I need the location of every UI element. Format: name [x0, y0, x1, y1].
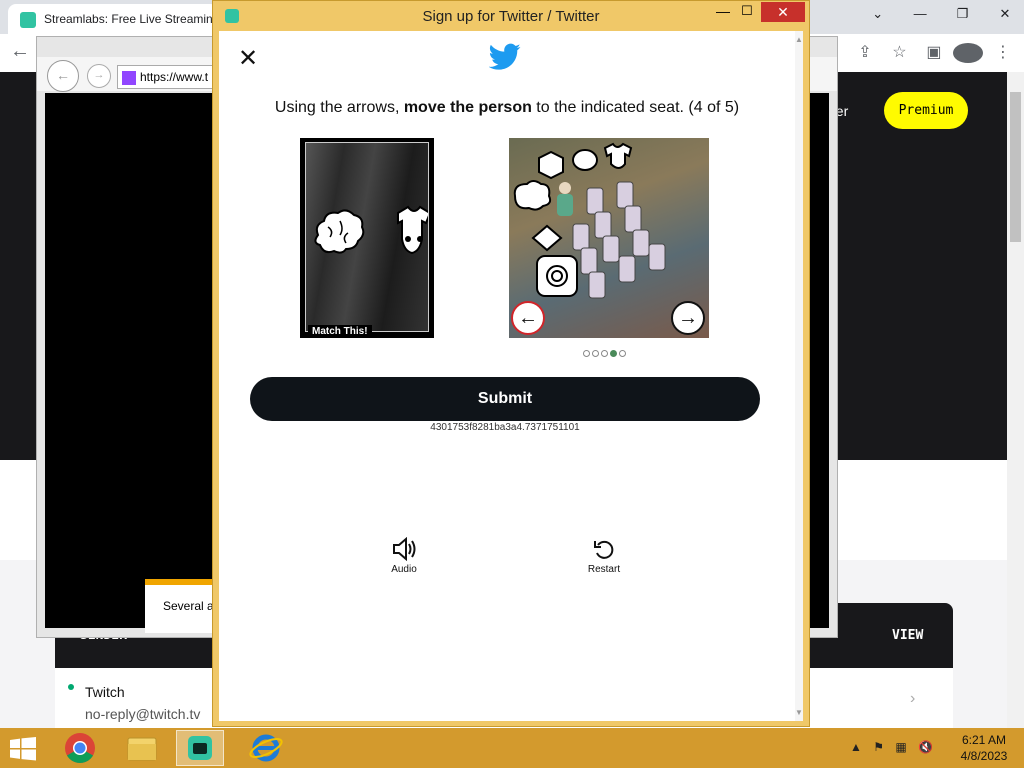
taskbar-clock[interactable]: 6:21 AM 4/8/2023: [952, 732, 1016, 764]
audio-label: Audio: [391, 564, 417, 575]
browser-toolbar-icons: ⇪ ☆ ▣ ⋮: [850, 42, 1018, 63]
signup-dialog-window: Sign up for Twitter / Twitter — ☐ ✕ ✕ Us…: [212, 0, 810, 727]
taskbar: ▲ ⚑ ▦ 🔇 6:21 AM 4/8/2023: [0, 728, 1024, 768]
minimize-button[interactable]: —: [901, 0, 939, 28]
forward-arrow-icon[interactable]: →: [87, 64, 111, 88]
dialog-body: ✕ Using the arrows, move the person to t…: [219, 31, 803, 721]
mail-sender-email: no-reply@twitch.tv: [85, 706, 201, 722]
match-label: Match This!: [308, 325, 372, 338]
maximize-button[interactable]: ☐: [735, 3, 759, 25]
onesie-icon: [603, 142, 633, 169]
clock-time: 6:21 AM: [961, 733, 1007, 747]
twitch-icon: [122, 70, 136, 85]
restart-label: Restart: [587, 564, 621, 575]
internet-explorer-icon: [249, 734, 283, 762]
restore-button[interactable]: ❐: [944, 0, 982, 28]
submit-button[interactable]: Submit: [250, 377, 760, 421]
tab-title: Streamlabs: Free Live Streaming: [44, 12, 220, 26]
arrow-left-button[interactable]: ←: [511, 301, 545, 335]
arrow-right-button[interactable]: →: [671, 301, 705, 335]
view-column-header: VIEW: [892, 628, 924, 643]
person-figure: [557, 182, 573, 216]
close-button[interactable]: ✕: [986, 0, 1024, 28]
profile-icon[interactable]: [953, 42, 984, 63]
browser-tab[interactable]: Streamlabs: Free Live Streaming: [8, 4, 220, 34]
kebab-menu-icon[interactable]: ⋮: [988, 42, 1018, 62]
dialog-titlebar[interactable]: Sign up for Twitter / Twitter — ☐ ✕: [213, 1, 809, 31]
brain-icon: [314, 209, 365, 254]
file-explorer-taskbar-button[interactable]: [118, 730, 166, 766]
close-icon[interactable]: ✕: [238, 47, 258, 71]
volume-muted-icon[interactable]: 🔇: [918, 740, 933, 754]
chrome-icon: [65, 733, 95, 764]
back-arrow-icon[interactable]: ←: [10, 40, 30, 63]
chrome-taskbar-button[interactable]: [56, 730, 104, 766]
unread-dot: [68, 684, 74, 690]
browser-window-controls: ⌄ — ❐ ✕: [859, 0, 1024, 30]
star-icon[interactable]: ☆: [884, 42, 914, 62]
onesie-icon: [397, 205, 432, 255]
clock-date: 4/8/2023: [960, 749, 1008, 763]
speaker-icon: [393, 536, 416, 562]
streamlabs-icon: [188, 736, 212, 760]
ie-taskbar-button[interactable]: [242, 730, 290, 766]
windows-start-icon[interactable]: [10, 737, 36, 761]
brain-icon: [513, 180, 552, 211]
audio-button[interactable]: Audio: [379, 536, 429, 575]
mail-sender: Twitch: [85, 684, 125, 700]
seat-puzzle-image: ← →: [509, 138, 709, 338]
back-arrow-icon[interactable]: ←: [47, 60, 79, 92]
premium-button[interactable]: Premium: [884, 92, 968, 129]
restart-button[interactable]: Restart: [579, 537, 629, 575]
chevron-right-icon[interactable]: ›: [910, 690, 915, 708]
ring-icon: [572, 149, 598, 171]
scrollbar-thumb[interactable]: [1010, 92, 1021, 242]
ie-address-bar[interactable]: https://www.t: [117, 65, 219, 89]
streamlabs-icon: [20, 12, 36, 28]
progress-dots: [583, 344, 628, 362]
close-button[interactable]: ✕: [761, 2, 805, 22]
match-target-image: Match This!: [300, 138, 434, 338]
brain-and-onesie-icons: [314, 205, 432, 255]
hexagon-icon: [538, 150, 564, 180]
system-tray: ▲ ⚑ ▦ 🔇: [850, 740, 941, 754]
target-icon: [536, 255, 578, 297]
share-icon[interactable]: ⇪: [850, 42, 880, 62]
session-id: 4301753f8281ba3a4.7371751101: [430, 422, 580, 433]
streamlabs-taskbar-button[interactable]: [176, 730, 224, 766]
sidepanel-icon[interactable]: ▣: [919, 42, 949, 62]
progress-dot-active: [610, 350, 617, 357]
scroll-down-icon[interactable]: ▼: [795, 708, 803, 717]
diamond-icon: [531, 224, 563, 252]
network-icon[interactable]: ▦: [895, 740, 906, 754]
twitter-bird-icon: [489, 43, 521, 70]
progress-dot: [592, 350, 599, 357]
chevron-down-icon[interactable]: ⌄: [859, 0, 897, 28]
scroll-up-icon[interactable]: ▲: [795, 35, 803, 44]
minimize-button[interactable]: —: [711, 3, 735, 25]
seat-grid: [572, 181, 666, 299]
captcha-instruction: Using the arrows, move the person to the…: [274, 99, 740, 116]
browser-scrollbar[interactable]: [1007, 72, 1024, 728]
progress-dot: [583, 350, 590, 357]
flag-icon[interactable]: ⚑: [873, 740, 884, 754]
progress-dot: [601, 350, 608, 357]
tray-expand-icon[interactable]: ▲: [850, 740, 862, 754]
progress-dot: [619, 350, 626, 357]
dialog-scrollbar[interactable]: ▲ ▼: [795, 31, 803, 721]
restart-icon: [594, 540, 614, 559]
ie-url: https://www.t: [140, 70, 209, 84]
folder-icon: [127, 737, 157, 761]
